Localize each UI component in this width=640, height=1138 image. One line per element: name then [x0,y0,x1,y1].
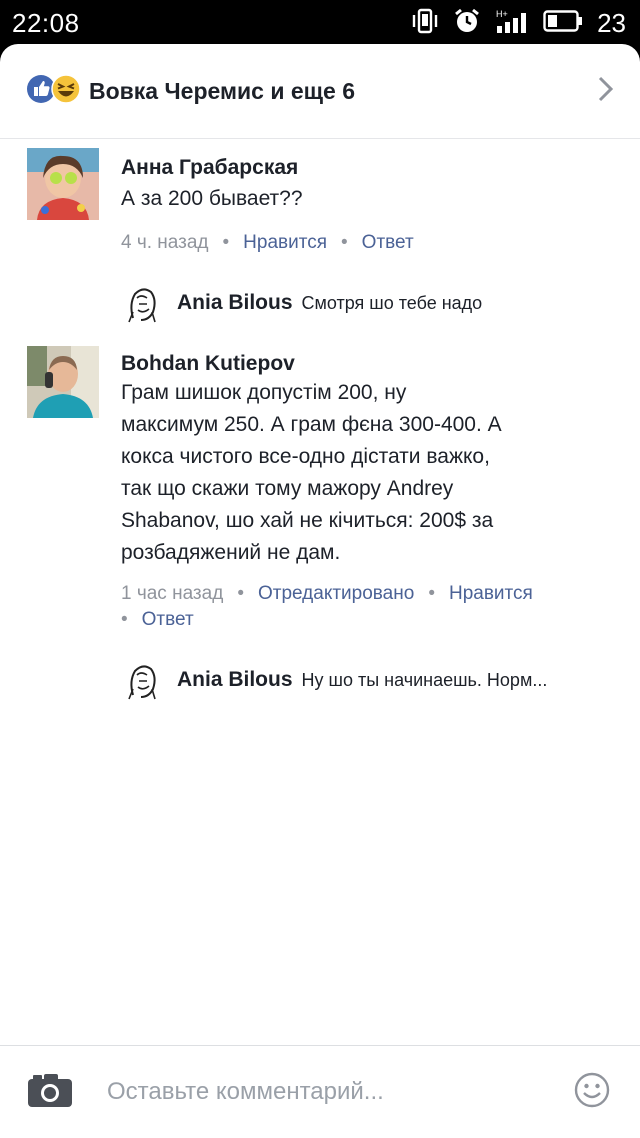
reply-link[interactable]: Ответ [362,232,414,253]
avatar [121,282,163,324]
comment-text-line: Shabanov, шо хай не кічиться: 200$ за [121,509,494,532]
battery-percent: 23 [597,7,626,38]
comment-input[interactable] [105,1077,549,1107]
reply-preview[interactable]: Ania Bilous Ну шо ты начинаешь. Норм... [121,658,547,702]
edited-link[interactable]: Отредактировано [258,583,414,604]
alarm-icon [453,7,481,40]
comment-text-line: Грам шишок допустім 200, ну [121,381,407,404]
avatar[interactable] [27,346,99,418]
comment-composer [0,1045,640,1138]
reply-preview[interactable]: Ania Bilous Смотря шо тебе надо [121,281,482,325]
separator-dot: • [121,609,128,630]
comment-actions: 1 час назад • Отредактировано • Нравится • Отв… [121,581,611,633]
reply-text: Смотря шо тебе надо [301,292,483,313]
comment-time: 4 ч. назад [121,232,209,253]
signal-icon: H+ [495,8,529,39]
status-time: 22:08 [12,7,80,38]
comments-sheet: Вовка Черемис и еще 6 Анна Грабарская А … [0,44,640,1138]
comment-time: 1 час назад [121,583,224,604]
comment-author[interactable]: Bohdan Kutiepov [121,352,295,376]
separator-dot: • [341,232,348,253]
comment-text: Грам шишок допустім 200, ну максимум 250… [121,377,591,569]
reply-text: Ну шо ты начинаешь. Норм... [301,669,548,690]
svg-text:H+: H+ [496,9,508,19]
comment-actions: 4 ч. назад • Нравится • Ответ [121,230,611,256]
comment-text-line: максимум 250. А грам фєна 300-400. А [121,413,502,436]
separator-dot: • [222,232,230,253]
comment-author[interactable]: Анна Грабарская [121,156,298,180]
status-icons: H+ 23 [411,7,626,40]
avatar[interactable] [27,148,99,220]
status-bar: 22:08 H+ 23 [0,0,640,46]
like-link[interactable]: Нравится [449,583,533,604]
comment-text-line: кокса чистого все-одно дістати важко, [121,445,490,468]
chevron-right-icon[interactable] [596,74,616,109]
reply-author: Ania Bilous [177,668,293,691]
comment-text-line: А за 200 бывает?? [121,187,303,210]
like-link[interactable]: Нравится [243,232,327,253]
reply-link[interactable]: Ответ [142,609,194,630]
vibrate-icon [411,8,439,39]
comment-text-line: розбадяжений не дам. [121,541,341,564]
emoji-icon[interactable] [574,1072,610,1113]
reactions-summary[interactable]: Вовка Черемис и еще 6 [0,44,640,139]
comment-text-line: так що скажи тому мажору Andrey [121,477,454,500]
reactions-text: Вовка Черемис и еще 6 [89,77,356,104]
camera-icon[interactable] [27,1072,73,1113]
reaction-icons [26,73,81,109]
comment-text: А за 200 бывает?? [121,183,591,215]
separator-dot: • [428,583,435,604]
separator-dot: • [237,583,244,604]
haha-reaction-icon [51,73,81,109]
avatar [121,659,163,701]
battery-icon [543,9,583,38]
reply-author: Ania Bilous [177,291,293,314]
